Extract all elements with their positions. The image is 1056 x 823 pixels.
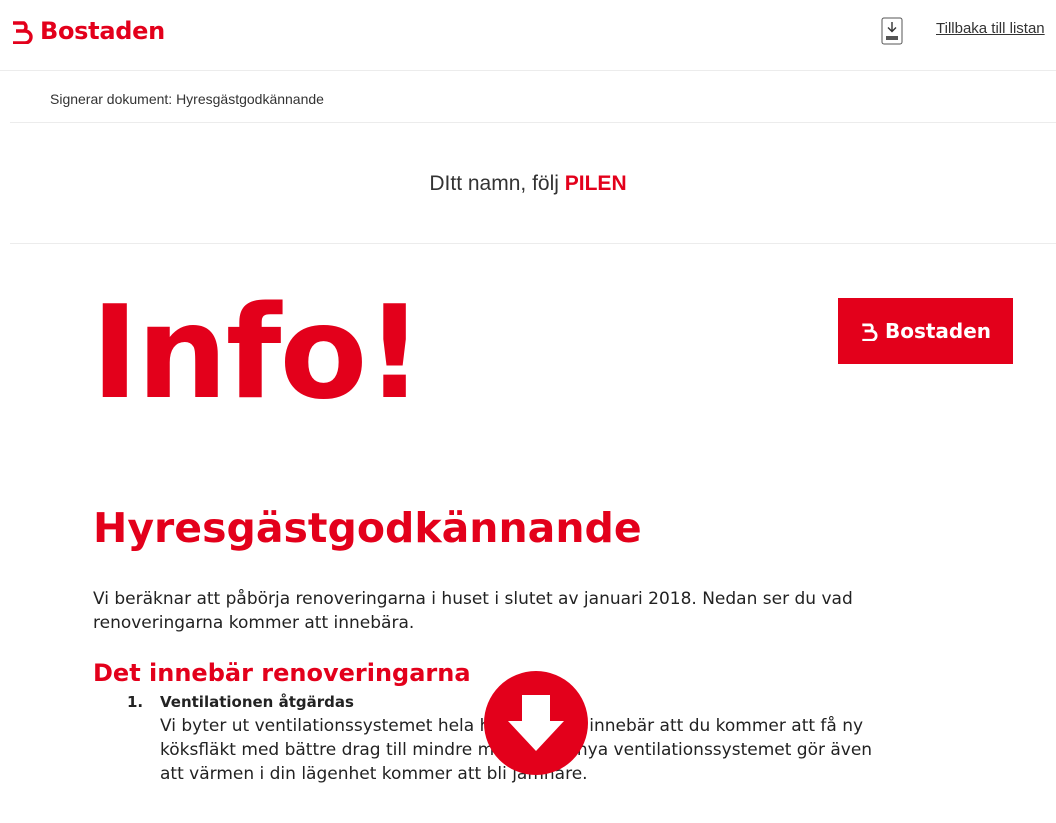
bostaden-badge: Bostaden <box>838 298 1013 364</box>
list-item-title: Ventilationen åtgärdas <box>160 693 354 711</box>
brand-logo[interactable]: Bostaden <box>10 17 165 45</box>
follow-arrow-button[interactable] <box>484 671 588 775</box>
signing-document-label: Signerar dokument: Hyresgästgodkännande <box>50 91 324 107</box>
top-bar: Bostaden Tillbaka till listan <box>0 0 1056 71</box>
section-heading: Det innebär renoveringarna <box>93 659 471 687</box>
signing-status-bar: Signerar dokument: Hyresgästgodkännande <box>10 71 1056 123</box>
instruction-prefix: DItt namn, följ <box>429 172 565 195</box>
arrow-down-icon <box>508 695 564 751</box>
badge-brand-name: Bostaden <box>884 319 992 343</box>
brand-name: Bostaden <box>40 17 165 45</box>
intro-paragraph: Vi beräknar att påbörja renoveringarna i… <box>93 589 853 633</box>
document-title: Hyresgästgodkännande <box>93 504 642 552</box>
bostaden-logo-icon <box>13 21 33 44</box>
list-item-number: 1. <box>127 693 144 711</box>
instruction-highlight: PILEN <box>564 172 627 195</box>
info-heading: Info! <box>91 279 424 428</box>
bostaden-logo-icon <box>862 323 878 341</box>
signing-instruction: DItt namn, följ PILEN <box>0 172 1056 196</box>
back-to-list-link[interactable]: Tillbaka till listan <box>936 20 1045 37</box>
download-pdf-icon[interactable] <box>881 17 903 45</box>
divider <box>10 243 1056 244</box>
